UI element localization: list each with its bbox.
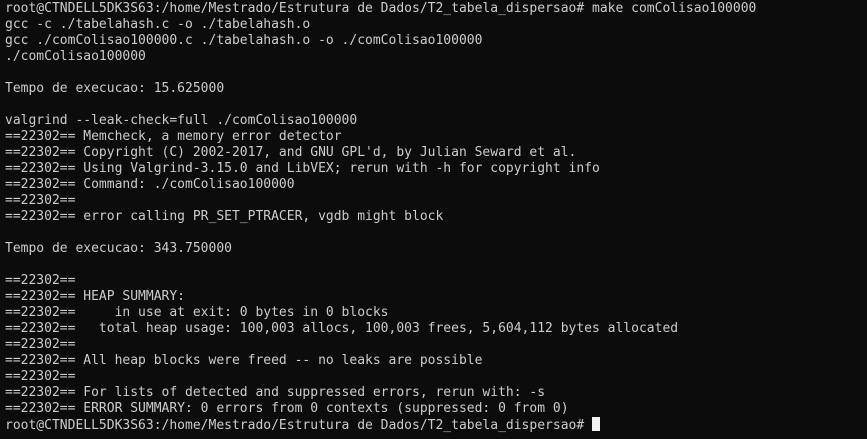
shell-prompt: root@CTNDELL5DK3S63:/home/Mestrado/Estru… [5,418,592,433]
terminal-line: ./comColisao100000 [5,49,146,64]
terminal-line: ==22302== [5,337,76,352]
terminal-line: gcc ./comColisao100000.c ./tabelahash.o … [5,33,483,48]
terminal-line: Tempo de execucao: 343.750000 [5,241,232,256]
terminal-line: ==22302== All heap blocks were freed -- … [5,353,483,368]
terminal-line: ==22302== [5,369,76,384]
terminal-line: ==22302== Using Valgrind-3.15.0 and LibV… [5,161,600,176]
terminal-line: root@CTNDELL5DK3S63:/home/Mestrado/Estru… [5,1,757,16]
terminal-line: ==22302== in use at exit: 0 bytes in 0 b… [5,305,389,320]
terminal-line: ==22302== [5,273,76,288]
terminal-line: gcc -c ./tabelahash.c -o ./tabelahash.o [5,17,311,32]
terminal-line: ==22302== For lists of detected and supp… [5,385,546,400]
terminal-line: valgrind --leak-check=full ./comColisao1… [5,113,358,128]
terminal-line: ==22302== Command: ./comColisao100000 [5,177,295,192]
terminal-line: ==22302== error calling PR_SET_PTRACER, … [5,209,444,224]
terminal-line: ==22302== HEAP SUMMARY: [5,289,186,304]
terminal-line: ==22302== total heap usage: 100,003 allo… [5,321,679,336]
terminal-line: ==22302== Memcheck, a memory error detec… [5,129,342,144]
text-cursor [592,417,600,431]
terminal-line: ==22302== [5,193,76,208]
terminal-line: Tempo de execucao: 15.625000 [5,81,225,96]
terminal-line: ==22302== ERROR SUMMARY: 0 errors from 0… [5,401,569,416]
terminal-window[interactable]: root@CTNDELL5DK3S63:/home/Mestrado/Estru… [0,0,867,439]
terminal-line: ==22302== Copyright (C) 2002-2017, and G… [5,145,577,160]
prompt-line[interactable]: root@CTNDELL5DK3S63:/home/Mestrado/Estru… [5,417,867,433]
